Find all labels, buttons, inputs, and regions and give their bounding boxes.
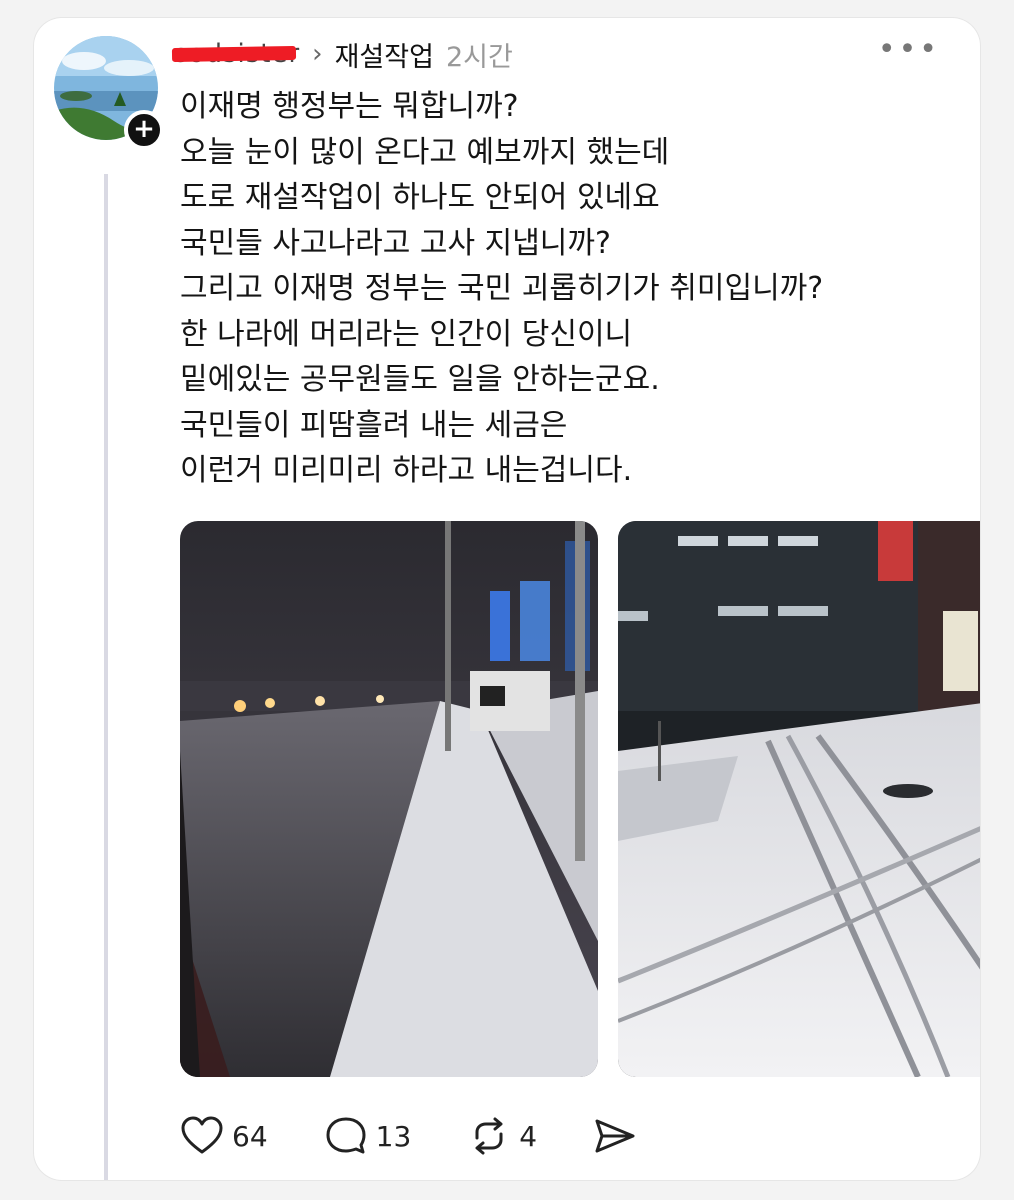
repost-count: 4 [519, 1119, 538, 1153]
username[interactable]: sodsister [171, 39, 300, 69]
share-icon [595, 1119, 635, 1153]
post-line: 도로 재설작업이 하나도 안되어 있네요 [180, 180, 660, 215]
post-line: 국민들이 피땀흘려 내는 세금은 [180, 407, 568, 443]
follow-plus-icon[interactable]: + [124, 110, 164, 150]
comment-icon [326, 1117, 366, 1154]
post-line: 밑에있는 공무원들도 일을 안하는군요. [180, 362, 660, 397]
thread-line [104, 174, 108, 1180]
topic-tag[interactable]: 재설작업 [335, 35, 434, 74]
like-button[interactable]: 64 [180, 1116, 268, 1156]
post-line: 그리고 이재명 정부는 국민 괴롭히기가 취미입니까? [180, 271, 824, 306]
redaction-mark [171, 45, 297, 63]
post-body: 이재명 행정부는 뭐합니까? 오늘 눈이 많이 온다고 예보까지 했는데 도로 … [180, 84, 940, 494]
post-line: 이재명 행정부는 뭐합니까? [180, 89, 519, 124]
repost-icon [475, 1117, 503, 1155]
photo-snowy-sidewalk[interactable] [618, 521, 980, 1077]
post-line: 한 나라에 머리라는 인간이 당신이니 [180, 316, 633, 352]
post-card: + sodsister › 재설작업 2시간 ••• 이재명 행정부는 뭐합니까… [34, 18, 980, 1180]
photo-snowy-street[interactable] [180, 521, 598, 1077]
comment-button[interactable]: 13 [324, 1116, 412, 1156]
post-line: 이런거 미리미리 하라고 내는겁니다. [180, 453, 633, 488]
heart-icon [181, 1116, 223, 1154]
post-header: sodsister › 재설작업 2시간 [171, 34, 513, 74]
more-horizontal-icon[interactable]: ••• [878, 35, 940, 65]
like-count: 64 [232, 1119, 268, 1153]
post-line: 국민들 사고나라고 고사 지냅니까? [180, 225, 611, 261]
action-bar: 64 13 4 [180, 1116, 693, 1156]
post-line: 오늘 눈이 많이 온다고 예보까지 했는데 [180, 134, 670, 170]
share-button[interactable] [593, 1116, 637, 1156]
chevron-right-icon: › [312, 39, 323, 69]
repost-button[interactable]: 4 [467, 1116, 537, 1156]
comment-count: 13 [375, 1119, 412, 1153]
post-time: 2시간 [445, 41, 513, 73]
